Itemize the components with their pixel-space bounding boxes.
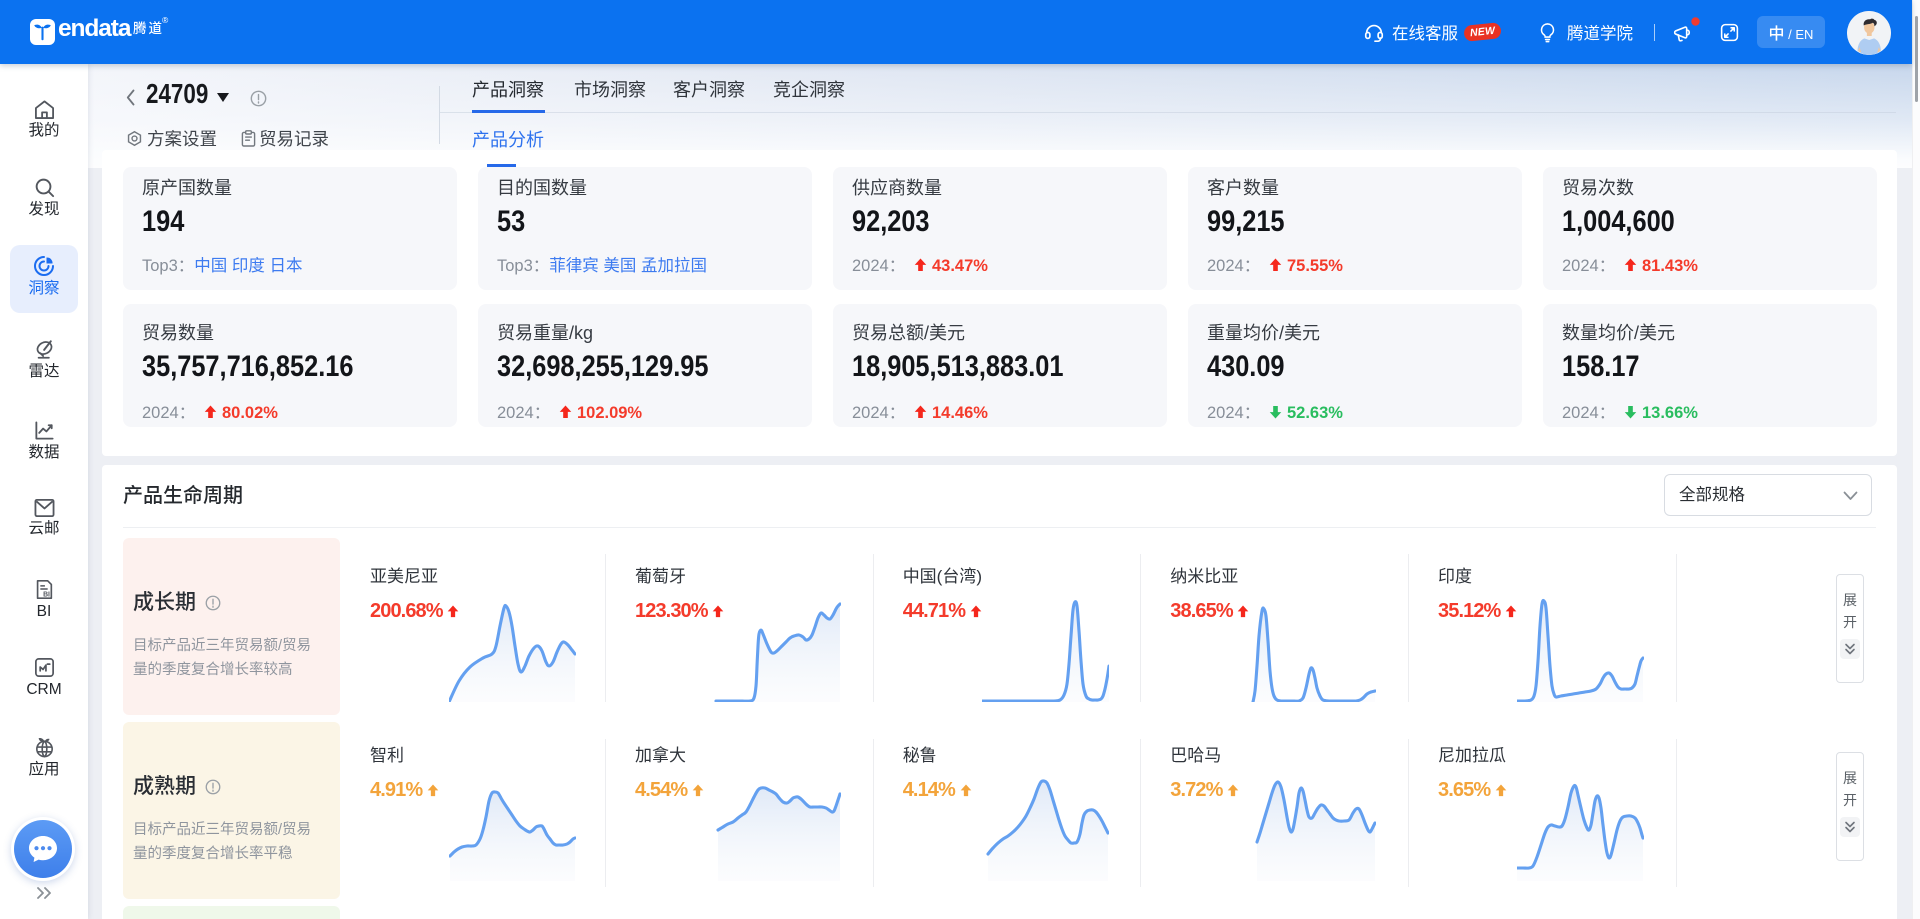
svg-text:BI: BI <box>43 591 50 598</box>
